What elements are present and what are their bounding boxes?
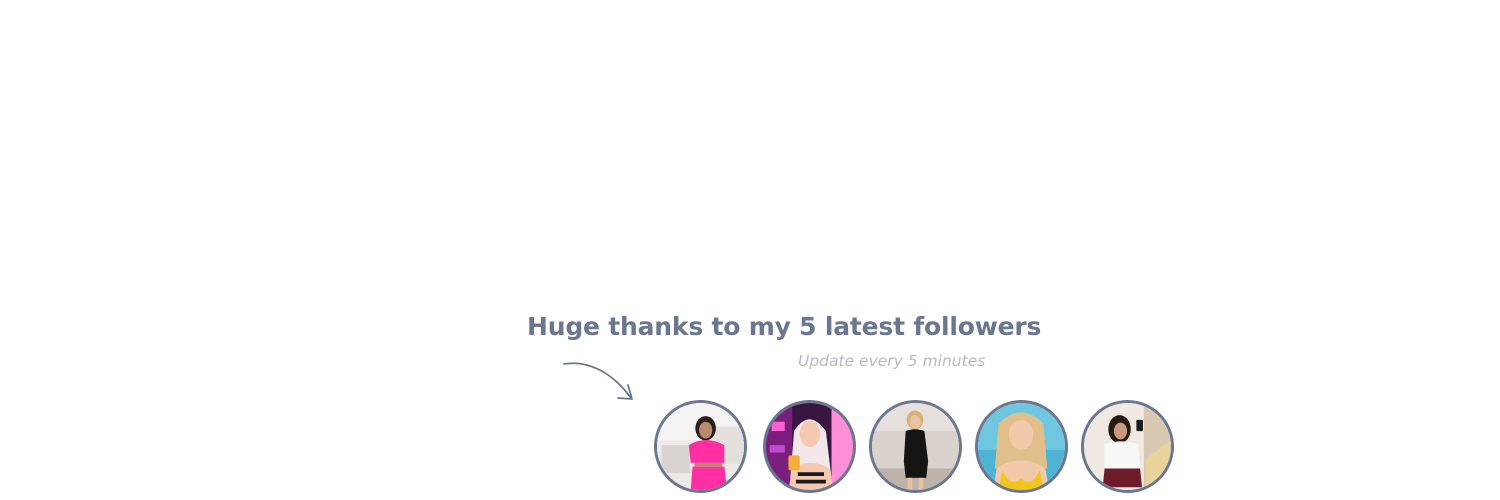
follower-avatar-2[interactable] [763,400,856,493]
avatar-photo [766,403,853,490]
follower-avatar-3[interactable] [869,400,962,493]
avatar-photo [872,403,959,490]
update-note: Update every 5 minutes [798,352,986,370]
follower-avatar-1[interactable] [654,400,747,493]
avatar-photo [657,403,744,490]
avatar-photo [978,403,1065,490]
follower-avatar-5[interactable] [1081,400,1174,493]
widget-title: Huge thanks to my 5 latest followers [527,312,1042,341]
avatar-photo [1084,403,1171,490]
latest-followers-widget: Huge thanks to my 5 latest followers Upd… [0,0,1500,500]
curved-arrow-icon [563,362,633,400]
follower-avatar-4[interactable] [975,400,1068,493]
